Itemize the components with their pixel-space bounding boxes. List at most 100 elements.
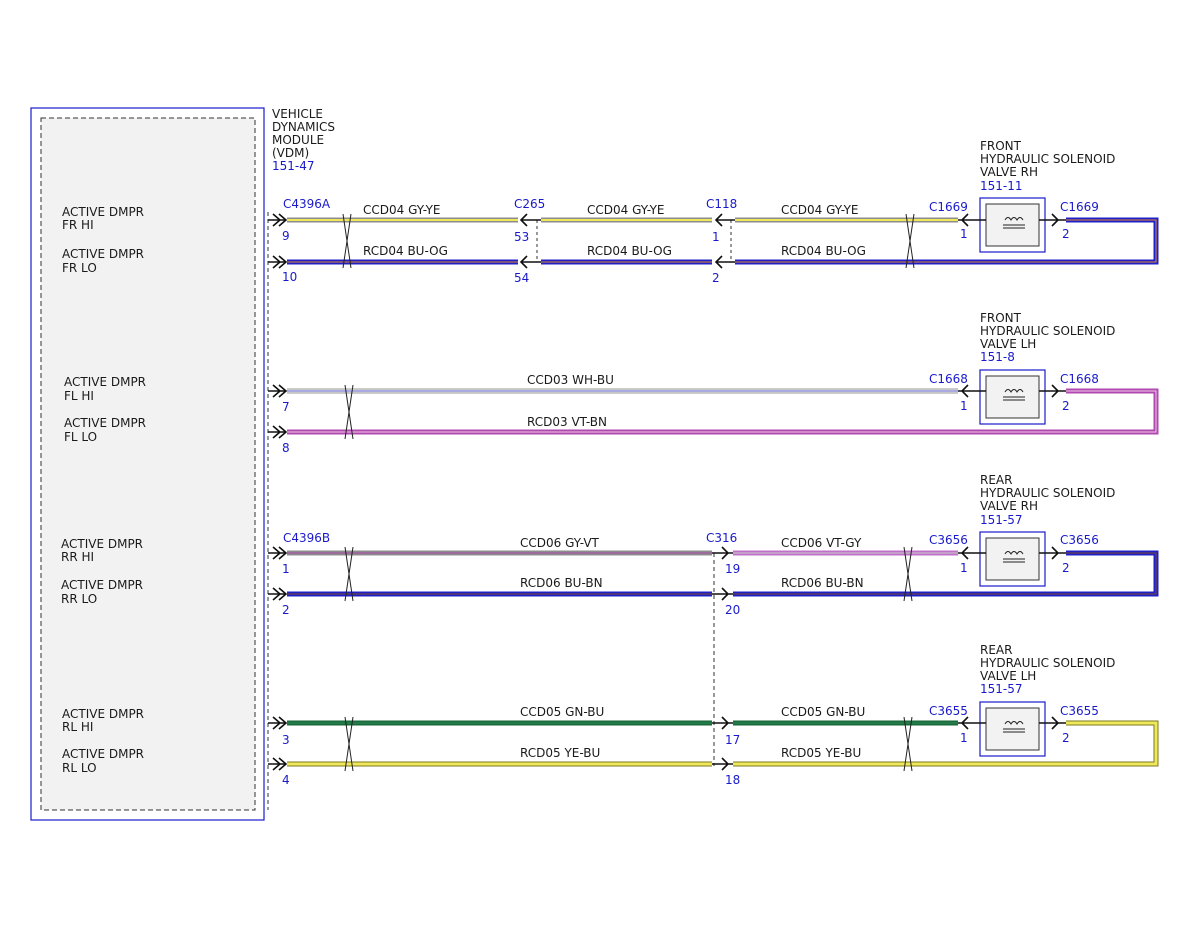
solenoid-rl-pin-out: 2 [1062, 731, 1070, 745]
vdm-pin-fr-lo: 10 [282, 270, 297, 284]
pin-label-fr-lo-2: FR LO [62, 261, 97, 275]
vdm-connector-fr: C4396A [283, 197, 331, 211]
arrow-c118-hi [714, 213, 735, 227]
arrow-c265-lo [519, 255, 541, 269]
inline-connector-c118: C118 [706, 197, 737, 211]
wire-label-rl-lo-1: RCD05 YE-BU [520, 746, 600, 760]
wire-label-fl-hi: CCD03 WH-BU [527, 373, 614, 387]
solenoid-rr-pin-in: 1 [960, 561, 968, 575]
module-title-line-4: (VDM) [272, 146, 309, 160]
solenoid-fr-name-1: FRONT [980, 139, 1022, 153]
vdm-pin-fr-hi: 9 [282, 229, 290, 243]
wire-label-rl-lo-2: RCD05 YE-BU [781, 746, 861, 760]
wire-label-fr-hi-2: CCD04 GY-YE [587, 203, 665, 217]
arrow-vdm-rr-lo [268, 587, 288, 601]
wire-label-fr-lo-2: RCD04 BU-OG [587, 244, 672, 258]
solenoid-rl-ref: 151-57 [980, 682, 1023, 696]
wire-label-fr-lo-3: RCD04 BU-OG [781, 244, 866, 258]
solenoid-fl-ref: 151-8 [980, 350, 1015, 364]
wire-label-rl-hi-1: CCD05 GN-BU [520, 705, 604, 719]
pin-label-fr-hi-2: FR HI [62, 218, 94, 232]
solenoid-rl-name-3: VALVE LH [980, 669, 1036, 683]
arrow-c118-lo [714, 255, 735, 269]
arrow-c265-hi [519, 213, 541, 227]
wire-label-fr-lo-1: RCD04 BU-OG [363, 244, 448, 258]
pin-label-rl-hi-2: RL HI [62, 720, 93, 734]
solenoid-fr-connector-right: C1669 [1060, 200, 1099, 214]
inline-connector-c265: C265 [514, 197, 545, 211]
solenoid-fr-ref: 151-11 [980, 179, 1023, 193]
inline-c316-pin-lo: 20 [725, 603, 740, 617]
vdm-pin-rl-lo: 4 [282, 773, 290, 787]
solenoid-rl-name-1: REAR [980, 643, 1012, 657]
solenoid-fr-pin-in: 1 [960, 227, 968, 241]
solenoid-fr-icon [979, 197, 1046, 253]
arrow-c316-lo [712, 587, 733, 601]
pin-label-rr-hi-2: RR HI [61, 550, 94, 564]
wire-label-rr-lo-2: RCD06 BU-BN [781, 576, 864, 590]
pin-label-fr-hi-1: ACTIVE DMPR [62, 205, 144, 219]
solenoid-fl-name-2: HYDRAULIC SOLENOID [980, 324, 1115, 338]
solenoid-rl-connector-left: C3655 [929, 704, 968, 718]
solenoid-fl-pin-out: 2 [1062, 399, 1070, 413]
arrow-vdm-rl-lo [268, 757, 288, 771]
solenoid-rr-connector-right: C3656 [1060, 533, 1099, 547]
arrow-c316-hi [712, 546, 733, 560]
solenoid-fr-pin-out: 2 [1062, 227, 1070, 241]
inline-connector-c316: C316 [706, 531, 737, 545]
inline-c118-pin-lo: 2 [712, 271, 720, 285]
vdm-pin-rl-hi: 3 [282, 733, 290, 747]
pin-label-rl-hi-1: ACTIVE DMPR [62, 707, 144, 721]
inline-rl-pin-lo: 18 [725, 773, 740, 787]
inline-rl-pin-hi: 17 [725, 733, 740, 747]
connector-arrows [268, 213, 1066, 771]
arrow-vdm-fr-lo [268, 255, 288, 269]
solenoid-fr-name-3: VALVE RH [980, 165, 1038, 179]
solenoid-fl-pin-in: 1 [960, 399, 968, 413]
pin-label-rr-hi-1: ACTIVE DMPR [61, 537, 143, 551]
arrow-vdm-rr-hi [268, 546, 288, 560]
solenoid-rr-name-3: VALVE RH [980, 499, 1038, 513]
inline-c316-pin-hi: 19 [725, 562, 740, 576]
arrow-vdm-fl-lo [268, 425, 288, 439]
module-ref: 151-47 [272, 159, 315, 173]
module-title-line-3: MODULE [272, 133, 324, 147]
inline-c265-pin-lo: 54 [514, 271, 529, 285]
arrow-vdm-fl-hi [268, 384, 288, 398]
wire-label-rr-lo-1: RCD06 BU-BN [520, 576, 603, 590]
solenoid-fl-name-3: VALVE LH [980, 337, 1036, 351]
wiring-diagram: VEHICLE DYNAMICS MODULE (VDM) 151-47 ACT… [30, 107, 1159, 821]
vdm-pin-rr-lo: 2 [282, 603, 290, 617]
wire-label-rl-hi-2: CCD05 GN-BU [781, 705, 865, 719]
wire-label-rr-hi-1: CCD06 GY-VT [520, 536, 600, 550]
inline-c118-pin-hi: 1 [712, 230, 720, 244]
arrow-rl-inline-lo [712, 757, 733, 771]
vdm-connector-rr: C4396B [283, 531, 330, 545]
arrow-vdm-fr-hi [268, 213, 288, 227]
arrow-rl-inline-hi [712, 716, 733, 730]
solenoid-fl-name-1: FRONT [980, 311, 1022, 325]
solenoid-rr-icon [979, 531, 1046, 587]
vdm-pin-fl-hi: 7 [282, 400, 290, 414]
pin-label-rr-lo-2: RR LO [61, 592, 97, 606]
module-title-line-1: VEHICLE [272, 107, 323, 121]
solenoid-rr-connector-left: C3656 [929, 533, 968, 547]
vdm-pin-rr-hi: 1 [282, 562, 290, 576]
pin-label-rl-lo-2: RL LO [62, 761, 97, 775]
wire-label-fr-hi-3: CCD04 GY-YE [781, 203, 859, 217]
solenoid-rr-pin-out: 2 [1062, 561, 1070, 575]
solenoid-fr-name-2: HYDRAULIC SOLENOID [980, 152, 1115, 166]
solenoid-rr-name-2: HYDRAULIC SOLENOID [980, 486, 1115, 500]
pin-label-fl-hi-2: FL HI [64, 389, 94, 403]
inline-c265-pin-hi: 53 [514, 230, 529, 244]
wire-label-fl-lo: RCD03 VT-BN [527, 415, 607, 429]
vdm-pin-fl-lo: 8 [282, 441, 290, 455]
pin-label-rl-lo-1: ACTIVE DMPR [62, 747, 144, 761]
pin-label-rr-lo-1: ACTIVE DMPR [61, 578, 143, 592]
pin-label-fl-hi-1: ACTIVE DMPR [64, 375, 146, 389]
solenoid-fr-connector-left: C1669 [929, 200, 968, 214]
solenoid-rl-icon [979, 701, 1046, 757]
solenoid-fl-connector-right: C1668 [1060, 372, 1099, 386]
pin-label-fl-lo-1: ACTIVE DMPR [64, 416, 146, 430]
solenoid-rr-ref: 151-57 [980, 513, 1023, 527]
